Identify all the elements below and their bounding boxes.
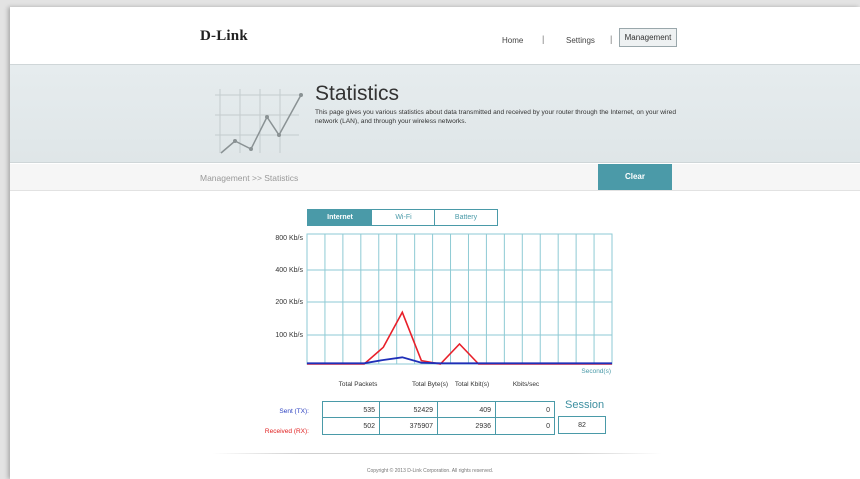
rx-total-packets: 502	[322, 417, 380, 435]
page-title: Statistics	[315, 82, 400, 105]
session-label: Session	[565, 399, 605, 411]
nav-settings[interactable]: Settings	[566, 36, 595, 45]
clear-button[interactable]: Clear	[598, 164, 672, 190]
y-tick-label: 800 Kb/s	[275, 235, 303, 242]
dlink-logo: D-Link	[200, 28, 248, 44]
y-tick-label: 100 Kb/s	[275, 332, 303, 339]
nav-separator: |	[610, 34, 613, 44]
page-banner: Statistics This page gives you various s…	[10, 65, 860, 163]
statistics-graph-icon	[215, 89, 303, 154]
y-tick-label: 400 Kb/s	[275, 267, 303, 274]
nav-home[interactable]: Home	[502, 36, 523, 45]
breadcrumb-bar: Management >> Statistics Clear	[10, 164, 860, 191]
header-total-packets: Total Packets	[338, 381, 378, 388]
header-kbits-per-sec: Kbits/sec	[512, 381, 540, 388]
nav-separator: |	[542, 34, 545, 44]
router-web-ui: D-Link Home | Settings | Management Stat…	[10, 7, 860, 479]
rx-total-kbits: 2936	[437, 417, 496, 435]
page-description: This page gives you various statistics a…	[315, 109, 677, 125]
received-rx-label: Received (RX):	[264, 428, 309, 435]
y-tick-label: 200 Kb/s	[275, 299, 303, 306]
chart-series-line	[307, 356, 612, 365]
nav-management[interactable]: Management	[619, 28, 677, 47]
footer-divider	[212, 453, 662, 454]
throughput-chart: 800 Kb/s 400 Kb/s 200 Kb/s 100 Kb/s Second(s…	[275, 233, 613, 375]
x-axis-label: Second(s)	[581, 368, 611, 375]
session-value: 82	[558, 416, 606, 434]
rx-kbits-per-sec: 0	[495, 417, 555, 435]
top-nav-bar: D-Link Home | Settings | Management	[10, 7, 860, 65]
rx-total-bytes: 375907	[379, 417, 438, 435]
copyright-text: Copyright © 2013 D-Link Corporation. All…	[366, 468, 494, 474]
chart-series-line	[307, 310, 612, 365]
breadcrumb: Management >> Statistics	[200, 173, 299, 183]
sent-tx-label: Sent (TX):	[279, 408, 309, 415]
